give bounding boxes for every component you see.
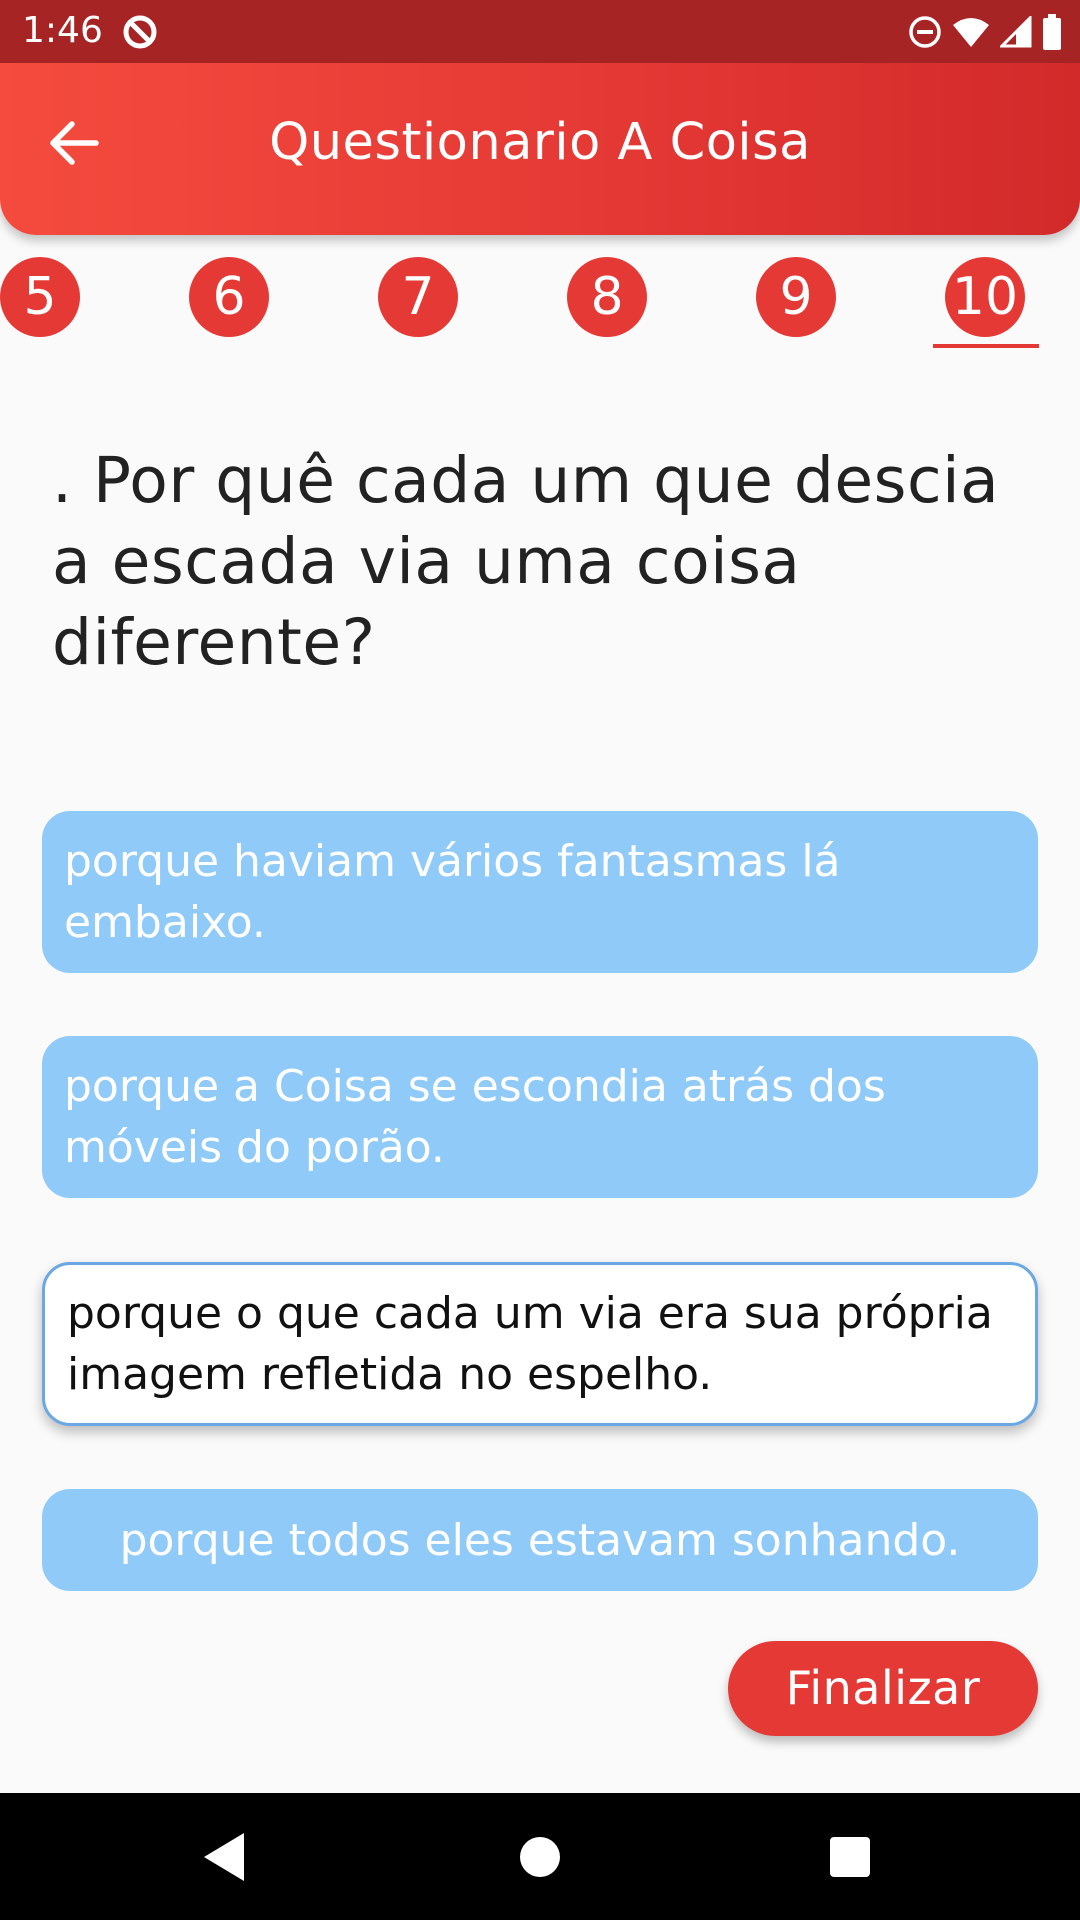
answer-option-label: porque a Coisa se escondia atrás dos móv… (64, 1061, 886, 1173)
answer-option-2[interactable]: porque a Coisa se escondia atrás dos móv… (42, 1036, 1038, 1198)
tab-question-9[interactable]: 9 (756, 257, 836, 337)
status-icons (908, 12, 1062, 52)
tab-question-8[interactable]: 8 (567, 257, 647, 337)
answer-option-label: porque haviam vários fantasmas lá embaix… (64, 836, 841, 948)
answer-option-1[interactable]: porque haviam vários fantasmas lá embaix… (42, 811, 1038, 973)
tab-question-6[interactable]: 6 (189, 257, 269, 337)
answer-option-3-selected[interactable]: porque o que cada um via era sua própria… (42, 1262, 1038, 1426)
wifi-icon (953, 18, 989, 47)
question-text: . Por quê cada um que descia a escada vi… (52, 444, 1000, 679)
data-saver-icon (123, 15, 157, 49)
navigation-bar (0, 1793, 1080, 1920)
tab-question-10[interactable]: 10 (945, 257, 1025, 337)
battery-icon (1043, 14, 1061, 50)
tab-question-7[interactable]: 7 (378, 257, 458, 337)
answer-option-label: porque o que cada um via era sua própria… (67, 1288, 993, 1400)
tab-question-5[interactable]: 5 (0, 257, 80, 337)
selected-tab-indicator (933, 344, 1039, 348)
do-not-disturb-icon (909, 16, 941, 48)
question-tabs: 5 6 7 8 9 10 (0, 255, 1080, 351)
finish-button[interactable]: Finalizar (728, 1641, 1038, 1736)
answer-option-label: porque todos eles estavam sonhando. (119, 1514, 961, 1566)
nav-home-icon[interactable] (508, 1825, 572, 1889)
page-title: Questionario A Coisa (269, 113, 811, 172)
nav-back-icon[interactable] (192, 1825, 256, 1889)
answer-option-4[interactable]: porque todos eles estavam sonhando. (42, 1489, 1038, 1591)
status-bar: 1:46 (0, 0, 1080, 63)
nav-recents-icon[interactable] (818, 1825, 882, 1889)
app-bar: Questionario A Coisa (0, 63, 1080, 235)
cellular-signal-icon (1000, 16, 1032, 48)
status-time: 1:46 (22, 10, 103, 51)
